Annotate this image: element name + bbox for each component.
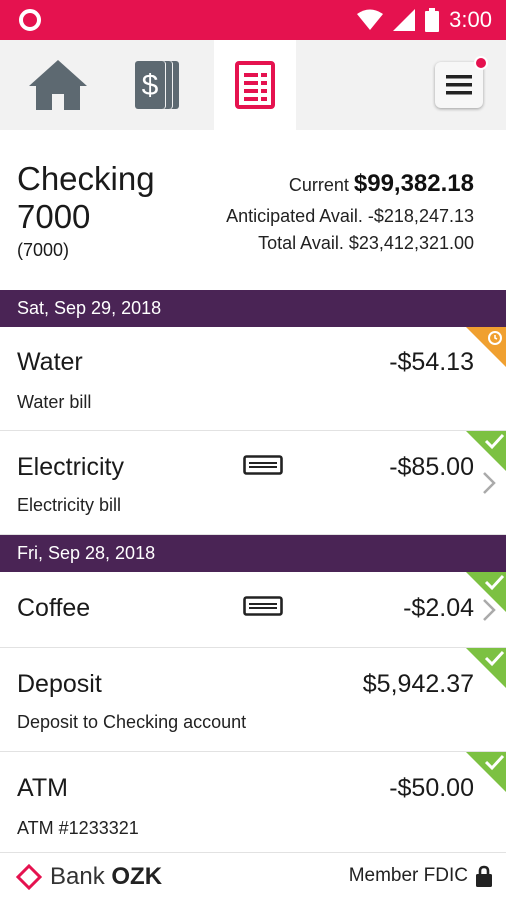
transaction-subtitle: Electricity bill [17,495,122,515]
transaction-row-coffee[interactable]: Coffee -$2.04 [0,572,506,648]
footer: Bank OZK Member FDIC [0,852,506,900]
lock-icon [476,865,492,887]
transaction-row-water[interactable]: Water Water bill -$54.13 [0,327,506,431]
transaction-title: ATM [17,774,68,802]
bank-name: Bank OZK [50,863,162,891]
top-navigation: $ [0,40,506,130]
bank-name-prefix: Bank [50,863,105,890]
diamond-logo-icon [16,864,42,890]
notification-dot [474,56,488,70]
total-available-balance: Total Avail. $23,412,321.00 [258,233,474,253]
transaction-row-deposit[interactable]: Deposit Deposit to Checking account $5,9… [0,648,506,752]
current-balance: Current $99,382.18 [289,170,474,198]
transaction-amount: -$54.13 [389,348,474,376]
register-icon [235,61,275,109]
bank-logo: Bank OZK [16,863,162,891]
transaction-subtitle: Deposit to Checking account [17,712,247,732]
date-header: Fri, Sep 28, 2018 [0,535,506,572]
transaction-amount: $5,942.37 [362,670,474,698]
menu-button[interactable] [426,40,492,130]
member-fdic: Member FDIC [349,865,492,887]
account-name: Checking 7000 [17,160,155,235]
account-summary: Checking 7000 (7000) Current $99,382.18 … [0,130,506,290]
account-number: (7000) [17,240,70,260]
transaction-title: Water [17,348,83,376]
signal-icon [393,9,416,31]
card-icon [243,596,283,616]
battery-icon [425,8,440,32]
current-balance-label: Current [288,175,349,195]
home-icon [29,60,87,110]
anticipated-balance: Anticipated Avail. -$218,247.13 [226,206,474,226]
nav-register-button[interactable] [214,40,296,130]
transaction-title: Electricity [17,453,124,481]
transaction-amount: -$2.04 [403,594,474,622]
transaction-row-electricity[interactable]: Electricity Electricity bill -$85.00 [0,431,506,535]
date-header: Sat, Sep 29, 2018 [0,290,506,327]
clock: 3:00 [449,7,492,32]
hamburger-menu-icon [446,75,472,95]
nav-home-button[interactable] [14,40,102,130]
transaction-amount: -$85.00 [389,453,474,481]
transaction-title: Deposit [17,670,102,698]
transaction-subtitle: Water bill [17,392,92,412]
cleared-check-icon [466,572,506,612]
svg-text:$: $ [142,69,159,102]
status-icons: 3:00 [357,0,492,40]
wifi-icon [357,9,384,30]
transaction-title: Coffee [17,594,91,622]
current-balance-value: $99,382.18 [353,170,474,197]
transaction-amount: -$50.00 [389,774,474,802]
menu-box [435,56,488,108]
cleared-check-icon [466,431,506,471]
cleared-check-icon [466,752,506,792]
chevron-right-icon[interactable] [482,471,496,495]
bank-name-bold: OZK [111,863,163,890]
record-indicator-icon [19,9,41,31]
card-icon [243,455,283,475]
member-fdic-label: Member FDIC [348,865,468,886]
status-bar: 3:00 [0,0,506,40]
transaction-subtitle: ATM #1233321 [17,818,139,838]
nav-accounts-button[interactable]: $ [112,40,200,130]
transaction-row-atm[interactable]: ATM ATM #1233321 -$50.00 [0,752,506,852]
pending-clock-icon [466,327,506,367]
dollar-cards-icon: $ [134,61,179,109]
cleared-check-icon [466,648,506,688]
